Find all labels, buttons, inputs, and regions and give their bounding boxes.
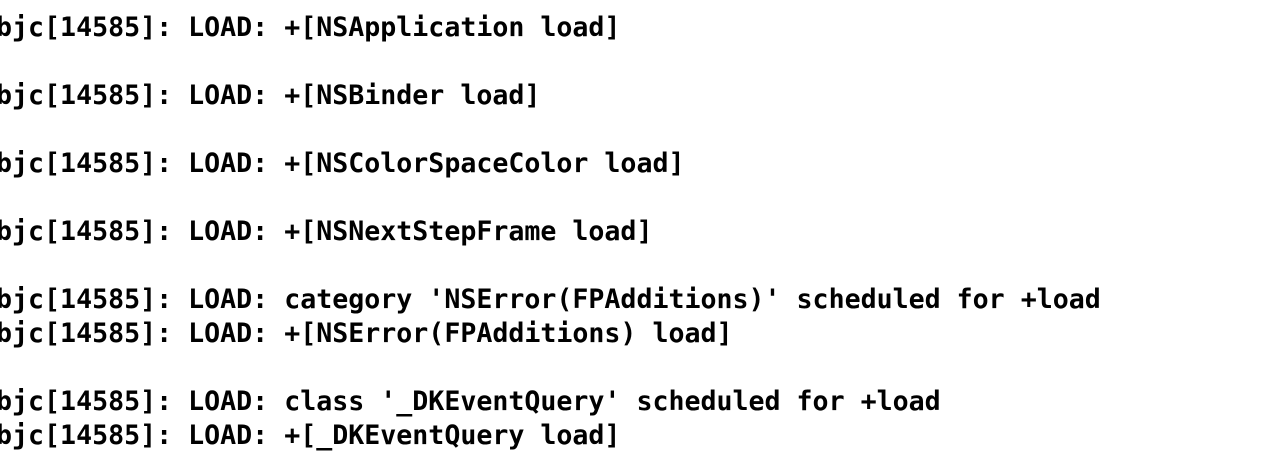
log-line: objc[14585]: LOAD: +[NSNextStepFrame loa…: [0, 216, 653, 247]
log-line: objc[14585]: LOAD: +[NSColorSpaceColor l…: [0, 148, 685, 179]
log-line: objc[14585]: LOAD: category 'NSError(FPA…: [0, 284, 1101, 315]
log-line: objc[14585]: LOAD: +[NSError(FPAdditions…: [0, 318, 733, 349]
log-line: objc[14585]: LOAD: +[NSApplication load]: [0, 12, 621, 43]
log-line: objc[14585]: LOAD: class '_DKEventQuery'…: [0, 386, 941, 417]
log-line: objc[14585]: LOAD: +[NSBinder load]: [0, 80, 541, 111]
log-line: objc[14585]: LOAD: +[_DKEventQuery load]: [0, 420, 621, 451]
console-output: objc[14585]: LOAD: +[NSApplication load]…: [0, 0, 1278, 472]
